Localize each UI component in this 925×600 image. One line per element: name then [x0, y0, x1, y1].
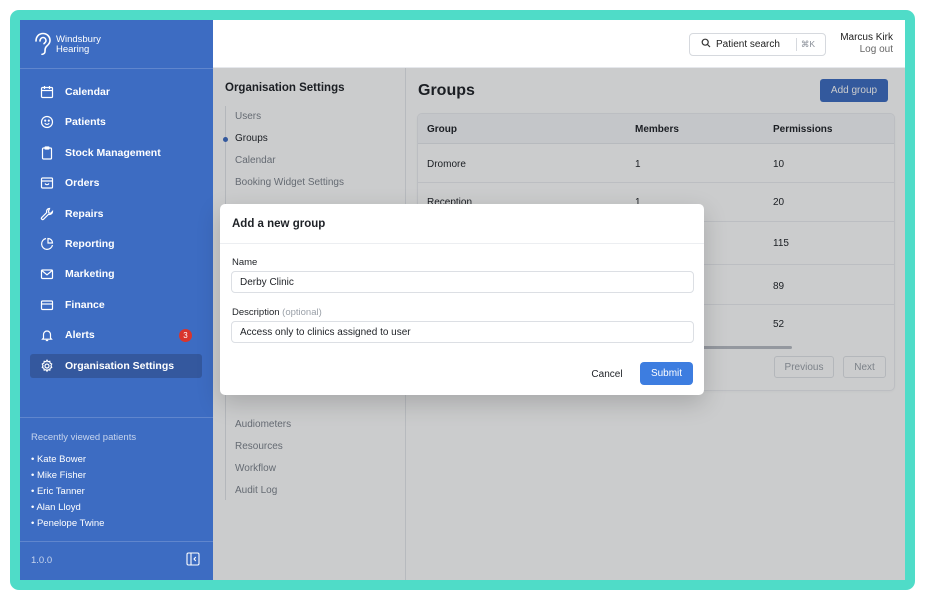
top-bar: Patient search ⌘K Marcus Kirk Log out: [213, 20, 905, 68]
sidebar-item-alerts[interactable]: Alerts 3: [30, 323, 202, 347]
sidebar-item-label: Finance: [65, 298, 105, 311]
sidebar-item-stock-management[interactable]: Stock Management: [30, 141, 202, 165]
recent-patients-title: Recently viewed patients: [31, 432, 137, 443]
sidebar-nav: Calendar Patients Stock Management Order…: [30, 80, 202, 384]
sidebar-item-orders[interactable]: Orders: [30, 171, 202, 195]
ear-logo-icon: [32, 30, 52, 61]
inbox-icon: [40, 176, 54, 190]
smile-icon: [40, 115, 54, 129]
sidebar-item-reporting[interactable]: Reporting: [30, 232, 202, 256]
patient-search-button[interactable]: Patient search ⌘K: [689, 33, 826, 56]
modal-title: Add a new group: [232, 218, 326, 230]
sidebar-item-patients[interactable]: Patients: [30, 110, 202, 134]
sidebar-item-marketing[interactable]: Marketing: [30, 262, 202, 286]
brand-name-line2: Hearing: [56, 44, 90, 55]
sidebar-item-label: Patients: [65, 116, 106, 129]
recent-patient-link[interactable]: • Alan Lloyd: [31, 500, 104, 516]
app-version: 1.0.0: [31, 555, 53, 566]
group-description-input[interactable]: [231, 321, 694, 343]
wrench-icon: [40, 207, 54, 221]
sidebar-item-organisation-settings[interactable]: Organisation Settings: [30, 353, 202, 378]
sidebar-item-label: Alerts: [65, 329, 95, 342]
sidebar-item-label: Orders: [65, 177, 100, 190]
sidebar-item-label: Marketing: [65, 268, 115, 281]
sidebar-item-label: Stock Management: [65, 146, 161, 159]
bell-icon: [40, 328, 54, 342]
sidebar-divider: [20, 417, 213, 418]
recent-patient-link[interactable]: • Kate Bower: [31, 452, 104, 468]
sidebar-item-label: Organisation Settings: [65, 359, 175, 372]
recent-patient-link[interactable]: • Penelope Twine: [31, 516, 104, 532]
recent-patients-list: • Kate Bower • Mike Fisher • Eric Tanner…: [31, 452, 104, 532]
user-menu: Marcus Kirk Log out: [840, 32, 893, 56]
collapse-sidebar-icon[interactable]: [186, 552, 200, 566]
modal-divider: [220, 243, 704, 244]
pie-chart-icon: [40, 237, 54, 251]
gear-icon: [40, 358, 54, 373]
sidebar-divider: [20, 541, 213, 542]
search-icon: [690, 38, 716, 51]
sidebar-item-calendar[interactable]: Calendar: [30, 80, 202, 104]
sidebar-item-label: Repairs: [65, 207, 104, 220]
logout-link[interactable]: Log out: [840, 44, 893, 56]
sidebar-divider: [20, 68, 213, 69]
clipboard-icon: [40, 146, 54, 160]
brand-logo[interactable]: Windsbury Hearing: [32, 31, 101, 59]
app-window: Windsbury Hearing Calendar Patients Stoc…: [20, 20, 905, 580]
sidebar-item-label: Calendar: [65, 86, 110, 98]
envelope-icon: [40, 267, 54, 281]
patient-search-label: Patient search: [716, 39, 780, 50]
sidebar-item-finance[interactable]: Finance: [30, 293, 202, 317]
sidebar-item-repairs[interactable]: Repairs: [30, 202, 202, 226]
group-name-input[interactable]: [231, 271, 694, 293]
sidebar-item-label: Reporting: [65, 237, 115, 250]
optional-hint: (optional): [282, 307, 322, 318]
search-shortcut-hint: ⌘K: [795, 38, 819, 51]
alerts-count-badge: 3: [179, 329, 192, 343]
calendar-icon: [40, 85, 54, 99]
submit-button[interactable]: Submit: [640, 362, 693, 385]
sidebar: Windsbury Hearing Calendar Patients Stoc…: [20, 20, 213, 580]
user-name: Marcus Kirk: [840, 32, 893, 43]
cancel-button[interactable]: Cancel: [586, 363, 628, 385]
recent-patient-link[interactable]: • Eric Tanner: [31, 484, 104, 500]
name-label: Name: [232, 257, 258, 268]
recent-patient-link[interactable]: • Mike Fisher: [31, 468, 104, 484]
description-label: Description (optional): [232, 307, 322, 318]
credit-card-icon: [40, 298, 54, 312]
add-group-modal: Add a new group Name Description (option…: [220, 204, 704, 395]
description-label-text: Description: [232, 307, 280, 318]
